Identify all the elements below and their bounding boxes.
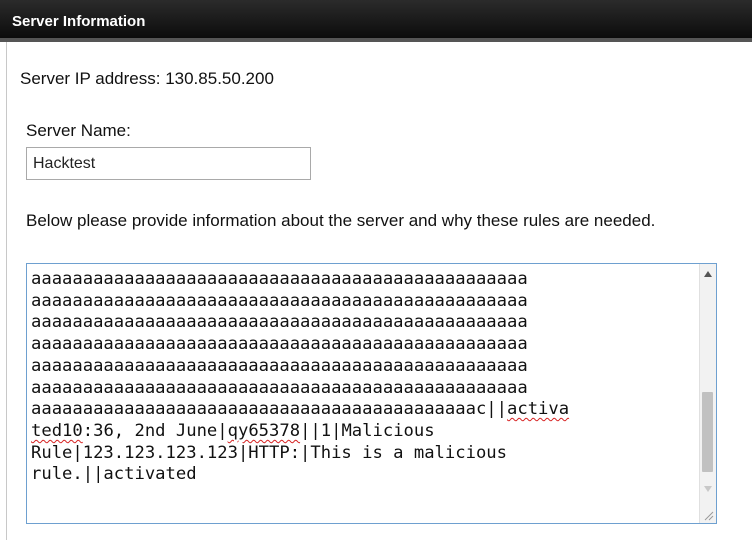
text-line: aaaaaaaaaaaaaaaaaaaaaaaaaaaaaaaaaaaaaaaa… [31,290,528,311]
description-text[interactable]: aaaaaaaaaaaaaaaaaaaaaaaaaaaaaaaaaaaaaaaa… [31,269,691,486]
scroll-down-icon[interactable] [704,486,712,492]
server-ip-address: Server IP address: 130.85.50.200 [20,69,274,88]
text-line: aaaaaaaaaaaaaaaaaaaaaaaaaaaaaaaaaaaaaaaa… [31,334,528,355]
panel-header: Server Information [0,0,752,42]
text-line: Rule|123.123.123.123|HTTP:|This is a mal… [31,442,507,463]
text-segment: :36, 2nd June| [82,420,228,441]
text-segment: aaaaaaaaaaaaaaaaaaaaaaaaaaaaaaaaaaaaaaaa… [31,399,507,420]
scroll-up-icon[interactable] [704,271,712,277]
misspelled-word: activa [507,399,570,420]
description-textarea[interactable]: aaaaaaaaaaaaaaaaaaaaaaaaaaaaaaaaaaaaaaaa… [26,263,717,524]
resize-grip-icon[interactable] [702,509,714,521]
misspelled-word: qy65378 [227,420,301,441]
panel-title: Server Information [12,13,146,30]
textarea-scrollbar[interactable] [699,264,716,523]
text-segment: ||1|Malicious [300,420,435,441]
misspelled-word: ted10 [31,420,83,441]
text-line: aaaaaaaaaaaaaaaaaaaaaaaaaaaaaaaaaaaaaaaa… [31,269,528,289]
description-label: Below please provide information about t… [26,211,656,230]
server-name-input[interactable] [26,147,311,180]
text-line: aaaaaaaaaaaaaaaaaaaaaaaaaaaaaaaaaaaaaaaa… [31,377,528,398]
server-name-label: Server Name: [26,121,131,140]
text-line: aaaaaaaaaaaaaaaaaaaaaaaaaaaaaaaaaaaaaaaa… [31,355,528,376]
text-line: aaaaaaaaaaaaaaaaaaaaaaaaaaaaaaaaaaaaaaaa… [31,312,528,333]
text-line: rule.||activated [31,464,197,485]
scrollbar-thumb[interactable] [702,392,713,472]
